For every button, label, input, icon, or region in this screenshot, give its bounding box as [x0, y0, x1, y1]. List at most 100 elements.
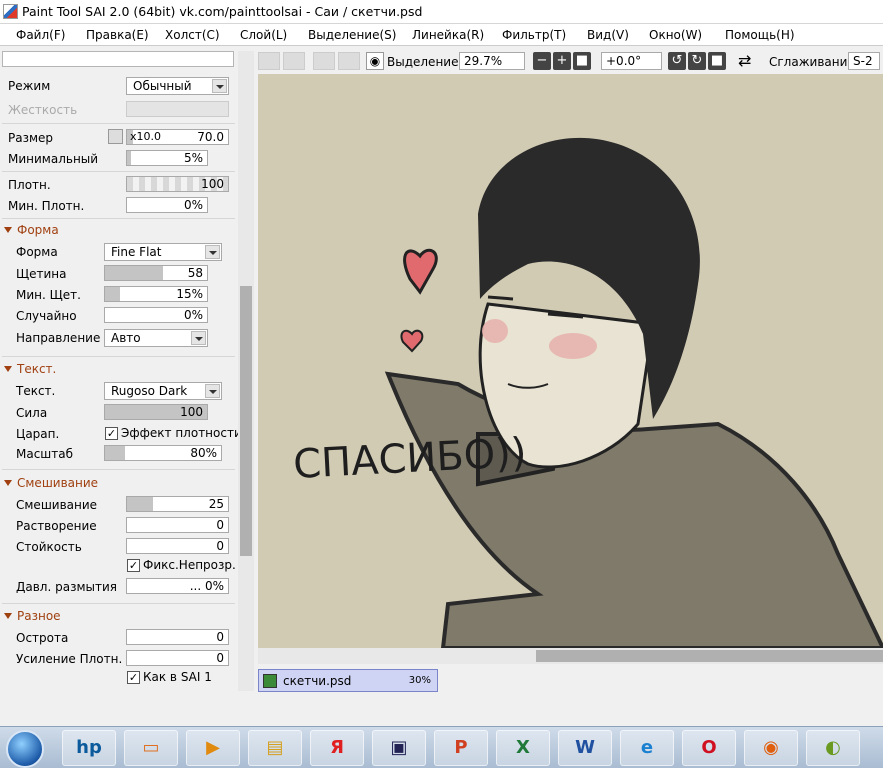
hardness-presets[interactable]: [126, 101, 229, 117]
blur-label: Давл. размытия: [16, 580, 117, 594]
menu-help[interactable]: Помощь(H): [725, 28, 795, 42]
app-icon-lime[interactable]: ◐: [806, 730, 860, 766]
shape-select[interactable]: Fine Flat: [104, 243, 222, 261]
powerpoint-icon[interactable]: P: [434, 730, 488, 766]
opera-icon[interactable]: O: [682, 730, 736, 766]
min-density-value: 0%: [183, 198, 203, 212]
remote-desktop-icon[interactable]: ▭: [124, 730, 178, 766]
start-button[interactable]: [6, 730, 44, 768]
fix-opacity-checkbox[interactable]: ✓: [127, 559, 140, 572]
media-player-icon[interactable]: ▶: [186, 730, 240, 766]
blending-section-header[interactable]: Смешивание: [4, 476, 98, 490]
mode-select[interactable]: Обычный: [126, 77, 229, 95]
menu-selection[interactable]: Выделение(S): [308, 28, 396, 42]
dilution-value: 0: [216, 518, 224, 532]
zoom-value: 29.7%: [464, 54, 503, 68]
menu-window[interactable]: Окно(W): [649, 28, 702, 42]
bristle-slider[interactable]: 58: [104, 265, 208, 281]
random-label: Случайно: [16, 309, 77, 323]
computer-icon[interactable]: ▣: [372, 730, 426, 766]
firefox-icon[interactable]: ◉: [744, 730, 798, 766]
undo-button[interactable]: [258, 52, 280, 70]
document-name: скетчи.psd: [283, 674, 352, 688]
brush-settings-panel: Режим Обычный Жесткость Размер x10.0 70.0…: [0, 47, 255, 692]
document-tab[interactable]: скетчи.psd 30%: [258, 669, 438, 692]
rotate-right-button[interactable]: ↻: [688, 52, 706, 70]
flip-horizontal-icon[interactable]: ⇄: [738, 51, 751, 70]
zoom-reset-button[interactable]: ■: [573, 52, 591, 70]
chevron-down-icon: [205, 384, 220, 398]
chevron-down-icon: [205, 245, 220, 259]
menu-bar: Файл(F) Правка(E) Холст(C) Слой(L) Выдел…: [0, 24, 883, 46]
scratch-label: Царап.: [16, 427, 60, 441]
menu-layer[interactable]: Слой(L): [240, 28, 287, 42]
word-icon[interactable]: W: [558, 730, 612, 766]
size-multiplier-dropdown[interactable]: [108, 129, 123, 144]
scale-slider[interactable]: 80%: [104, 445, 222, 461]
internet-explorer-icon[interactable]: e: [620, 730, 674, 766]
density-effect-checkbox[interactable]: ✓: [105, 427, 118, 440]
direction-select[interactable]: Авто: [104, 329, 208, 347]
blend-slider[interactable]: 25: [126, 496, 229, 512]
density-label: Плотн.: [8, 178, 51, 192]
menu-edit[interactable]: Правка(E): [86, 28, 149, 42]
canvas-hscrollbar[interactable]: [258, 648, 883, 664]
rotate-reset-button[interactable]: ■: [708, 52, 726, 70]
min-density-slider[interactable]: 0%: [126, 197, 208, 213]
shape-label: Форма: [16, 245, 58, 259]
menu-view[interactable]: Вид(V): [587, 28, 629, 42]
eye-icon[interactable]: ◉: [366, 52, 384, 70]
density-boost-slider[interactable]: 0: [126, 650, 229, 666]
scrollbar-thumb[interactable]: [536, 650, 883, 662]
menu-file[interactable]: Файл(F): [16, 28, 65, 42]
dilution-slider[interactable]: 0: [126, 517, 229, 533]
tool-selector-strip[interactable]: [2, 51, 234, 67]
excel-icon[interactable]: X: [496, 730, 550, 766]
min-bristle-slider[interactable]: 15%: [104, 286, 208, 302]
density-slider[interactable]: 100: [126, 176, 229, 192]
blur-value: ... 0%: [189, 579, 224, 593]
menu-ruler[interactable]: Линейка(R): [412, 28, 484, 42]
document-icon: [263, 674, 277, 688]
sai1-label: Как в SAI 1: [143, 670, 212, 684]
texture-section-title: Текст.: [17, 362, 57, 376]
min-size-slider[interactable]: 5%: [126, 150, 208, 166]
rotate-left-button[interactable]: ↺: [668, 52, 686, 70]
sharpness-slider[interactable]: 0: [126, 629, 229, 645]
collapse-arrow-icon: [4, 613, 12, 619]
zoom-select[interactable]: 29.7%: [459, 52, 525, 70]
sai1-checkbox[interactable]: ✓: [127, 671, 140, 684]
random-slider[interactable]: 0%: [104, 307, 208, 323]
panel-scrollbar[interactable]: [238, 51, 254, 691]
redo-button[interactable]: [283, 52, 305, 70]
blur-slider[interactable]: ... 0%: [126, 578, 229, 594]
smoothing-value: S-2: [853, 54, 873, 68]
bristle-label: Щетина: [16, 267, 67, 281]
hp-icon[interactable]: hp: [62, 730, 116, 766]
persistence-slider[interactable]: 0: [126, 538, 229, 554]
zoom-out-button[interactable]: −: [533, 52, 551, 70]
misc-section-header[interactable]: Разное: [4, 609, 61, 623]
texture-select[interactable]: Rugoso Dark: [104, 382, 222, 400]
menu-canvas[interactable]: Холст(C): [165, 28, 220, 42]
zoom-in-button[interactable]: +: [553, 52, 571, 70]
smoothing-select[interactable]: S-2: [848, 52, 880, 70]
invert-selection-button[interactable]: [338, 52, 360, 70]
texture-section-header[interactable]: Текст.: [4, 362, 56, 376]
rotation-select[interactable]: +0.0°: [601, 52, 662, 70]
folder-icon[interactable]: ▤: [248, 730, 302, 766]
scrollbar-thumb[interactable]: [240, 286, 252, 556]
strength-slider[interactable]: 100: [104, 404, 208, 420]
chevron-down-icon: [191, 331, 206, 345]
blending-section-title: Смешивание: [17, 476, 99, 490]
yandex-browser-icon[interactable]: Я: [310, 730, 364, 766]
strength-value: 100: [180, 405, 203, 419]
shape-section-header[interactable]: Форма: [4, 223, 59, 237]
menu-filter[interactable]: Фильтр(T): [502, 28, 566, 42]
deselect-button[interactable]: [313, 52, 335, 70]
size-slider[interactable]: x10.0 70.0: [126, 129, 229, 145]
drawing-canvas[interactable]: СПАСИБО)): [258, 74, 883, 650]
density-boost-label: Усиление Плотн.: [16, 652, 123, 666]
selection-label: Выделение: [387, 55, 459, 69]
misc-section-title: Разное: [17, 609, 61, 623]
